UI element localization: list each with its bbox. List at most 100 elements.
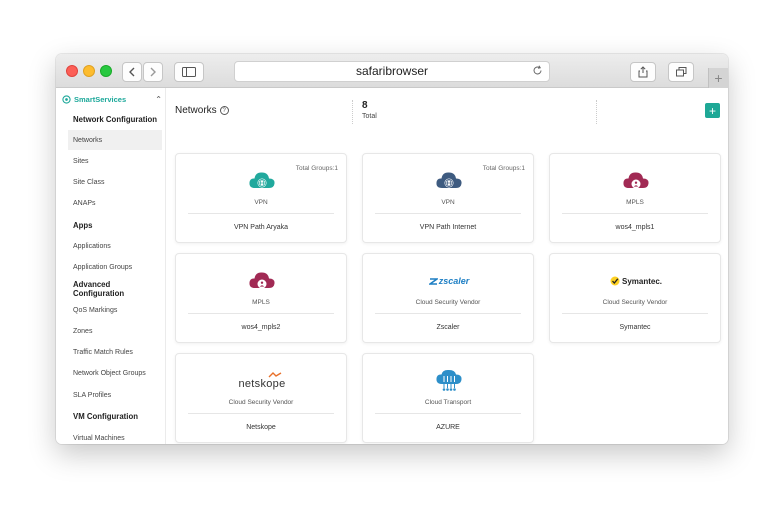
sidebar-brand[interactable]: SmartServices ⌃ (62, 92, 162, 106)
network-type: Cloud Transport (424, 399, 472, 406)
sidebar-item-qos-markings[interactable]: QoS Markings (68, 300, 162, 320)
close-window-button[interactable] (66, 65, 78, 77)
minimize-window-button[interactable] (83, 65, 95, 77)
chevron-right-icon (150, 67, 156, 77)
sidebar-item-label: Network Configuration (73, 114, 158, 124)
symantec-logo: Symantec. (606, 270, 666, 292)
sidebar-item-anaps[interactable]: ANAPs (68, 193, 162, 213)
add-network-button[interactable]: + (705, 103, 720, 118)
network-type: MPLS (252, 299, 270, 306)
card-divider (188, 413, 334, 414)
network-name: Zscaler (436, 324, 460, 331)
sidebar-item-label: Apps (73, 220, 93, 230)
tabs-icon (675, 67, 686, 77)
sidebar-section-network-configuration: Network Configuration (68, 109, 162, 129)
sidebar-item-sites[interactable]: Sites (68, 151, 162, 171)
cloud-transport-icon (433, 369, 465, 392)
netskope-logo: netskope (232, 370, 292, 392)
sidebar-item-traffic-match-rules[interactable]: Traffic Match Rules (68, 342, 162, 362)
network-name: wos4_mpls1 (615, 224, 655, 231)
sidebar-item-zones[interactable]: Zones (68, 321, 162, 341)
network-card[interactable]: MPLS wos4_mpls2 (175, 253, 347, 343)
netskope-logo-text: netskope (238, 378, 286, 390)
tabs-overview-button[interactable] (668, 62, 694, 82)
sidebar-item-virtual-machines[interactable]: Virtual Machines (68, 428, 162, 444)
sidebar-section-apps: Apps (68, 215, 162, 235)
cloud-person-icon (620, 170, 652, 192)
card-divider (562, 213, 708, 214)
sidebar-section-vm-configuration: VM Configuration (68, 406, 162, 426)
sidebar: SmartServices ⌃ Network Configuration Net… (56, 88, 166, 444)
network-name: wos4_mpls2 (241, 324, 281, 331)
sidebar-toggle-button[interactable] (174, 62, 204, 82)
page-title: Networks ? (175, 105, 229, 116)
browser-toolbar: safaribrowser + (56, 54, 728, 88)
network-name: Symantec (619, 324, 651, 331)
total-count: 8 (362, 100, 368, 111)
sidebar-item-network-object-groups[interactable]: Network Object Groups (68, 363, 162, 383)
sidebar-item-sla-profiles[interactable]: SLA Profiles (68, 385, 162, 405)
card-divider (188, 213, 334, 214)
sidebar-item-label: Zones (73, 327, 93, 335)
zoom-window-button[interactable] (100, 65, 112, 77)
reload-icon[interactable] (532, 65, 543, 76)
card-divider (188, 313, 334, 314)
sidebar-item-label: Site Class (73, 178, 105, 186)
total-groups-badge: Total Groups:1 (482, 165, 525, 172)
share-button[interactable] (630, 62, 656, 82)
network-card[interactable]: Symantec. Cloud Security Vendor Symantec (549, 253, 721, 343)
network-card[interactable]: zscaler Cloud Security Vendor Zscaler (362, 253, 534, 343)
share-icon (638, 66, 648, 78)
sidebar-item-label: Application Groups (73, 263, 133, 271)
sidebar-item-label: QoS Markings (73, 306, 118, 314)
chevron-up-icon[interactable]: ⌃ (155, 95, 162, 104)
network-name: VPN Path Internet (419, 224, 477, 231)
sidebar-item-label: Virtual Machines (73, 434, 125, 442)
sidebar-item-label: Network Object Groups (73, 369, 146, 377)
address-bar[interactable]: safaribrowser (234, 61, 550, 82)
new-tab-button[interactable]: + (708, 68, 728, 88)
forward-button[interactable] (143, 62, 163, 82)
sidebar-item-applications[interactable]: Applications (68, 236, 162, 256)
sidebar-item-networks[interactable]: Networks (68, 130, 162, 150)
zscaler-logo-text: zscaler (438, 276, 470, 286)
network-type: Cloud Security Vendor (228, 399, 294, 406)
card-divider (562, 313, 708, 314)
brand-label: SmartServices (74, 94, 127, 104)
symantec-logo-text: Symantec. (621, 276, 663, 286)
card-divider (375, 413, 521, 414)
header-divider (352, 100, 353, 124)
sidebar-item-label: Sites (73, 157, 89, 165)
sidebar-item-application-groups[interactable]: Application Groups (68, 257, 162, 277)
sidebar-section-advanced-configuration: Advanced Configuration (68, 279, 162, 299)
network-name: AZURE (436, 424, 460, 431)
sidebar-item-label: ANAPs (73, 199, 96, 207)
sidebar-icon (182, 67, 196, 77)
sidebar-item-label: Traffic Match Rules (73, 348, 133, 356)
network-type: VPN (254, 199, 268, 206)
network-card[interactable]: netskope Cloud Security Vendor Netskope (175, 353, 347, 443)
network-card[interactable]: Total Groups:1 VPN VPN Path Internet (362, 153, 534, 243)
address-text: safaribrowser (355, 64, 429, 78)
network-name: Netskope (246, 424, 276, 431)
card-divider (375, 213, 521, 214)
chevron-left-icon (129, 67, 135, 77)
total-label: Total (362, 113, 377, 120)
total-groups-badge: Total Groups:1 (295, 165, 338, 172)
back-button[interactable] (122, 62, 142, 82)
cloud-globe-icon (433, 170, 465, 192)
sidebar-item-label: Networks (73, 136, 103, 144)
network-card[interactable]: Cloud Transport AZURE (362, 353, 534, 443)
zscaler-logo: zscaler (419, 270, 479, 292)
cloud-person-icon (246, 270, 278, 292)
network-type: Cloud Security Vendor (415, 299, 481, 306)
network-card[interactable]: MPLS wos4_mpls1 (549, 153, 721, 243)
sidebar-item-site-class[interactable]: Site Class (68, 172, 162, 192)
sidebar-item-label: Applications (73, 242, 111, 250)
network-type: VPN (441, 199, 455, 206)
sidebar-item-label: Advanced Configuration (73, 280, 125, 298)
network-type: MPLS (626, 199, 644, 206)
sidebar-item-label: VM Configuration (73, 411, 138, 421)
network-card[interactable]: Total Groups:1 VPN VPN Path Aryaka (175, 153, 347, 243)
help-icon[interactable]: ? (219, 106, 229, 115)
